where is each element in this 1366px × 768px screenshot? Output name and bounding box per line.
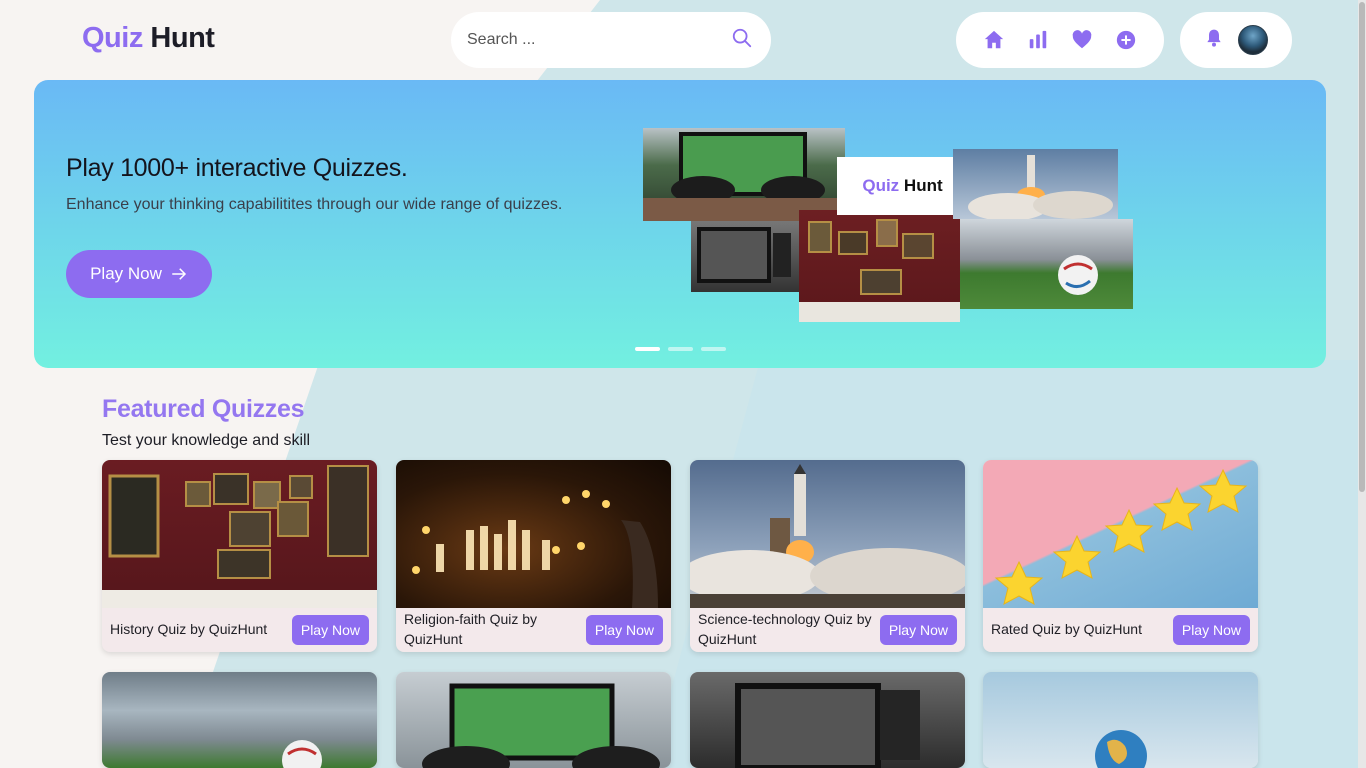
collage-gaming-image	[643, 128, 845, 221]
add-circle-icon[interactable]	[1112, 26, 1140, 54]
collage-rocket-image	[953, 149, 1118, 219]
geography-quiz-image	[983, 672, 1258, 768]
user-menu	[1180, 12, 1292, 68]
quiz-card-geography[interactable]	[983, 672, 1258, 768]
carousel-dot-1[interactable]	[635, 347, 660, 351]
card-title: History Quiz by QuizHunt	[110, 621, 268, 638]
quiz-card-rated[interactable]: Rated Quiz by QuizHunt Play Now	[983, 460, 1258, 652]
card-play-button[interactable]: Play Now	[291, 615, 369, 645]
brand-logo[interactable]: Quiz Hunt	[82, 22, 215, 55]
quiz-card-sports[interactable]	[102, 672, 377, 768]
bell-icon[interactable]	[1204, 27, 1224, 54]
quiz-card-tv[interactable]	[690, 672, 965, 768]
history-quiz-image	[102, 460, 377, 608]
tv-quiz-image	[690, 672, 965, 768]
main-nav	[956, 12, 1164, 68]
carousel-dot-3[interactable]	[701, 347, 726, 351]
hero-play-button[interactable]: Play Now	[66, 250, 212, 298]
heart-icon[interactable]	[1068, 26, 1096, 54]
card-title: Science-technology Quiz by QuizHunt	[698, 611, 872, 647]
card-title: Rated Quiz by QuizHunt	[991, 621, 1142, 638]
religion-quiz-image	[396, 460, 671, 608]
sports-quiz-image	[102, 672, 377, 768]
arrow-right-icon	[172, 268, 186, 280]
home-icon[interactable]	[980, 26, 1008, 54]
featured-title: Featured Quizzes	[102, 395, 305, 423]
page-scrollbar[interactable]	[1358, 0, 1366, 768]
quiz-card-science[interactable]: Science-technology Quiz by QuizHunt Play…	[690, 460, 965, 652]
hero-play-label: Play Now	[90, 264, 162, 283]
hero-banner: Play 1000+ interactive Quizzes. Enhance …	[34, 80, 1326, 368]
search-input[interactable]	[467, 31, 707, 49]
avatar[interactable]	[1238, 25, 1268, 55]
hero-title: Play 1000+ interactive Quizzes.	[66, 154, 408, 182]
science-quiz-image	[690, 460, 965, 608]
carousel-dots	[635, 347, 726, 351]
carousel-dot-2[interactable]	[668, 347, 693, 351]
quiz-card-gaming[interactable]	[396, 672, 671, 768]
card-play-button[interactable]: Play Now	[879, 615, 957, 645]
gaming-quiz-image	[396, 672, 671, 768]
collage-museum-image	[799, 210, 960, 322]
featured-subtitle: Test your knowledge and skill	[102, 432, 311, 449]
stats-icon[interactable]	[1024, 26, 1052, 54]
search-icon[interactable]	[731, 27, 753, 54]
card-title: Religion-faith Quiz by QuizHunt	[404, 611, 538, 647]
scrollbar-thumb[interactable]	[1359, 2, 1365, 492]
collage-tv-image	[691, 221, 799, 292]
hero-subtitle: Enhance your thinking capabilitites thro…	[66, 196, 563, 213]
rated-quiz-image	[983, 460, 1258, 608]
collage-logo-card: Quiz Hunt	[837, 157, 968, 215]
search-bar	[451, 12, 771, 68]
quiz-card-history[interactable]: History Quiz by QuizHunt Play Now	[102, 460, 377, 652]
card-play-button[interactable]: Play Now	[1172, 615, 1250, 645]
collage-stadium-image	[960, 219, 1133, 309]
card-play-button[interactable]: Play Now	[585, 615, 663, 645]
quiz-card-religion[interactable]: Religion-faith Quiz by QuizHunt Play Now	[396, 460, 671, 652]
